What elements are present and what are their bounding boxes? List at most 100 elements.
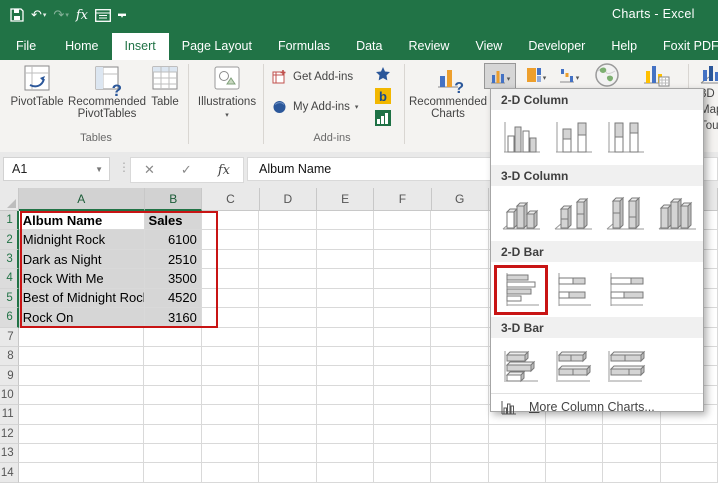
- tab-data[interactable]: Data: [343, 33, 395, 60]
- row-header-3[interactable]: 3: [0, 250, 19, 269]
- cell-g13[interactable]: [431, 444, 488, 463]
- tab-home[interactable]: Home: [52, 33, 111, 60]
- illustrations-button[interactable]: Illustrations ▾: [196, 63, 258, 122]
- cell-e6[interactable]: [317, 308, 374, 327]
- row-header-10[interactable]: 10: [0, 386, 19, 405]
- cell-a7[interactable]: [19, 328, 145, 347]
- cell-a1[interactable]: Album Name: [19, 211, 145, 230]
- cell-a13[interactable]: [19, 444, 145, 463]
- tab-developer[interactable]: Developer: [515, 33, 598, 60]
- column-header-c[interactable]: C: [202, 188, 259, 211]
- cell-f5[interactable]: [374, 289, 431, 308]
- cell-d8[interactable]: [259, 347, 316, 366]
- cell-e14[interactable]: [317, 463, 374, 482]
- cell-b10[interactable]: [144, 386, 201, 405]
- tab-help[interactable]: Help: [598, 33, 650, 60]
- name-box[interactable]: A1 ▼: [3, 157, 110, 181]
- tab-file[interactable]: File: [0, 33, 52, 60]
- cell-h14[interactable]: [489, 463, 546, 482]
- chart-type-stacked-bar-icon[interactable]: [551, 270, 595, 310]
- recommended-pivottables-button[interactable]: ? Recommended PivotTables: [70, 63, 144, 120]
- cell-g5[interactable]: [431, 289, 488, 308]
- cell-d4[interactable]: [259, 269, 316, 288]
- cell-g3[interactable]: [431, 250, 488, 269]
- cell-f1[interactable]: [374, 211, 431, 230]
- cell-i13[interactable]: [546, 444, 603, 463]
- cell-f2[interactable]: [374, 230, 431, 249]
- cell-b9[interactable]: [144, 366, 201, 385]
- get-addins-button[interactable]: Get Add-ins: [271, 68, 353, 85]
- cell-f9[interactable]: [374, 366, 431, 385]
- cell-d12[interactable]: [259, 425, 316, 444]
- cell-d5[interactable]: [259, 289, 316, 308]
- table-button[interactable]: Table: [146, 63, 184, 108]
- row-header-12[interactable]: 12: [0, 425, 19, 444]
- cell-b13[interactable]: [144, 444, 201, 463]
- cell-c10[interactable]: [202, 386, 259, 405]
- cell-b8[interactable]: [144, 347, 201, 366]
- row-header-7[interactable]: 7: [0, 328, 19, 347]
- cell-c14[interactable]: [202, 463, 259, 482]
- cell-a5[interactable]: Best of Midnight Rock: [19, 289, 145, 308]
- cell-k13[interactable]: [661, 444, 718, 463]
- tab-view[interactable]: View: [462, 33, 515, 60]
- cell-e4[interactable]: [317, 269, 374, 288]
- formula-bar-splitter[interactable]: ⋮: [118, 160, 130, 174]
- cell-b14[interactable]: [144, 463, 201, 482]
- customize-quick-access-icon[interactable]: ▬▾: [118, 11, 126, 19]
- cell-f12[interactable]: [374, 425, 431, 444]
- cell-e11[interactable]: [317, 405, 374, 424]
- cell-f10[interactable]: [374, 386, 431, 405]
- people-graph-icon[interactable]: [374, 109, 391, 126]
- chart-type-3d-100-stacked-column-icon[interactable]: [603, 194, 647, 234]
- cell-e5[interactable]: [317, 289, 374, 308]
- cell-a11[interactable]: [19, 405, 145, 424]
- cell-c3[interactable]: [202, 250, 259, 269]
- cell-g8[interactable]: [431, 347, 488, 366]
- cell-e1[interactable]: [317, 211, 374, 230]
- cell-b3[interactable]: 2510: [145, 250, 202, 269]
- cell-i14[interactable]: [546, 463, 603, 482]
- cell-g10[interactable]: [431, 386, 488, 405]
- cell-b7[interactable]: [144, 328, 201, 347]
- tab-review[interactable]: Review: [395, 33, 462, 60]
- enter-icon[interactable]: ✓: [181, 162, 192, 178]
- cell-f13[interactable]: [374, 444, 431, 463]
- tab-page-layout[interactable]: Page Layout: [169, 33, 265, 60]
- cell-c8[interactable]: [202, 347, 259, 366]
- cell-b11[interactable]: [144, 405, 201, 424]
- row-header-13[interactable]: 13: [0, 444, 19, 463]
- chart-type-3d-column-icon[interactable]: [655, 194, 699, 234]
- cell-h12[interactable]: [489, 425, 546, 444]
- cell-d11[interactable]: [259, 405, 316, 424]
- chart-type-3d-100-stacked-bar-icon[interactable]: [603, 346, 647, 386]
- cell-a6[interactable]: Rock On: [19, 308, 145, 327]
- column-header-a[interactable]: A: [19, 188, 146, 211]
- cell-i12[interactable]: [546, 425, 603, 444]
- cell-c4[interactable]: [202, 269, 259, 288]
- cell-f6[interactable]: [374, 308, 431, 327]
- row-header-2[interactable]: 2: [0, 230, 19, 249]
- row-header-14[interactable]: 14: [0, 463, 19, 482]
- cell-c11[interactable]: [202, 405, 259, 424]
- cell-e2[interactable]: [317, 230, 374, 249]
- insert-waterfall-chart-button[interactable]: ▾: [554, 63, 584, 87]
- chart-type-3d-stacked-bar-icon[interactable]: [551, 346, 595, 386]
- cell-d3[interactable]: [259, 250, 316, 269]
- tab-insert[interactable]: Insert: [112, 33, 169, 60]
- cell-k14[interactable]: [661, 463, 718, 482]
- cell-g12[interactable]: [431, 425, 488, 444]
- cell-d7[interactable]: [259, 328, 316, 347]
- cell-c13[interactable]: [202, 444, 259, 463]
- cell-e7[interactable]: [317, 328, 374, 347]
- cell-e13[interactable]: [317, 444, 374, 463]
- tab-formulas[interactable]: Formulas: [265, 33, 343, 60]
- cell-f11[interactable]: [374, 405, 431, 424]
- cell-c6[interactable]: [202, 308, 259, 327]
- cell-b2[interactable]: 6100: [145, 230, 202, 249]
- cell-f7[interactable]: [374, 328, 431, 347]
- chart-type-3d-clustered-bar-icon[interactable]: [499, 346, 543, 386]
- cell-d14[interactable]: [259, 463, 316, 482]
- cell-a2[interactable]: Midnight Rock: [19, 230, 145, 249]
- chart-type-stacked-column-icon[interactable]: [551, 118, 595, 158]
